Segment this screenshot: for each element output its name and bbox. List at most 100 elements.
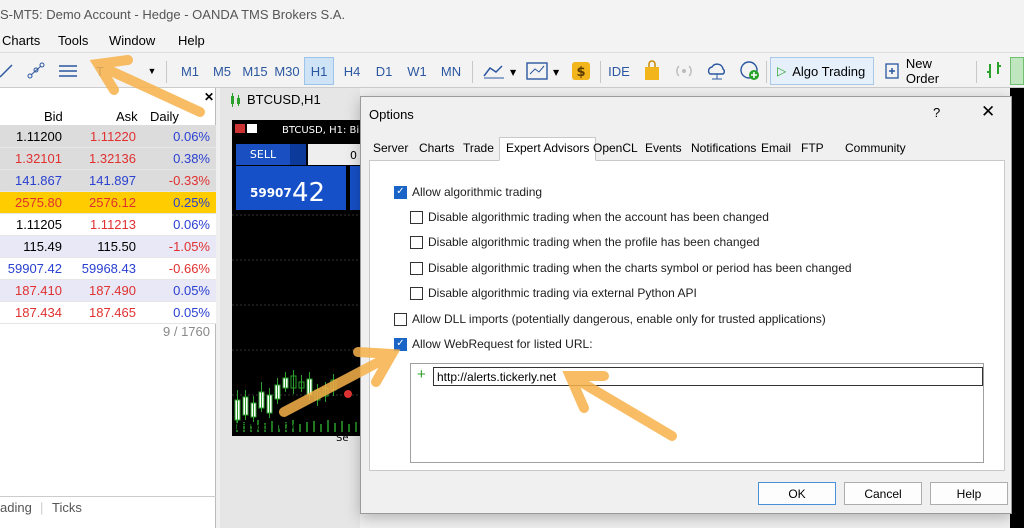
svg-text:$: $: [576, 65, 585, 80]
option-disable-profile-change[interactable]: Disable algorithmic trading when the pro…: [410, 235, 760, 249]
help-icon[interactable]: ?: [933, 105, 940, 120]
ask-cell: 59968.43: [81, 261, 136, 276]
tab-ftp[interactable]: FTP: [801, 141, 824, 155]
add-url-icon[interactable]: +: [417, 366, 426, 383]
tab-opencl[interactable]: OpenCL: [593, 141, 638, 155]
bid-cell: 1.11205: [15, 217, 62, 232]
ask-cell: 1.11213: [89, 217, 136, 232]
tab-trade[interactable]: Trade: [463, 141, 494, 155]
checkbox-icon[interactable]: [394, 312, 407, 326]
chart-tab[interactable]: BTCUSD,H1: [230, 92, 321, 107]
menu-charts[interactable]: Charts: [2, 33, 40, 48]
tab-notifications[interactable]: Notifications: [691, 141, 756, 155]
checkbox-icon[interactable]: [410, 235, 423, 249]
menu-tools[interactable]: Tools: [58, 33, 88, 48]
flag-icon: [235, 124, 245, 133]
chart-date-1: 16 Sep 2024: [234, 422, 298, 433]
price-prefix: 59907: [250, 186, 292, 200]
table-row[interactable]: 59907.42 59968.43 -0.66%: [0, 258, 216, 280]
option-disable-symbol-change[interactable]: Disable algorithmic trading when the cha…: [410, 261, 852, 275]
table-row[interactable]: 1.32101 1.32136 0.38%: [0, 148, 216, 170]
ask-cell: 187.465: [89, 305, 136, 320]
lot-value: 0: [350, 149, 357, 162]
chart-candles-icon: [231, 92, 240, 107]
menu-help[interactable]: Help: [178, 33, 205, 48]
tab-charts[interactable]: Charts: [419, 141, 454, 155]
option-disable-python-api[interactable]: Disable algorithmic trading via external…: [410, 286, 697, 300]
web-icon[interactable]: [738, 57, 762, 85]
tab-ticks[interactable]: Ticks: [52, 500, 82, 515]
tab-community[interactable]: Community: [845, 141, 906, 155]
table-row[interactable]: 187.434 187.465 0.05%: [0, 302, 216, 324]
close-icon[interactable]: ✕: [204, 90, 214, 104]
algo-trading-button[interactable]: ▷ Algo Trading: [770, 57, 874, 85]
one-click-trading-icon[interactable]: [1010, 57, 1024, 85]
dollar-icon[interactable]: $: [570, 57, 592, 85]
checkbox-icon[interactable]: [410, 261, 423, 275]
toolbar-separator: [976, 61, 977, 83]
option-allow-webrequest[interactable]: ✓ Allow WebRequest for listed URL:: [394, 337, 593, 351]
sell-dropdown-icon[interactable]: [290, 144, 306, 165]
url-input[interactable]: [433, 367, 983, 386]
table-row[interactable]: 141.867 141.897 -0.33%: [0, 170, 216, 192]
timeframe-m1[interactable]: M1: [176, 57, 204, 85]
timeframe-m5[interactable]: M5: [208, 57, 236, 85]
timeframe-d1[interactable]: D1: [370, 57, 398, 85]
price-big: 42: [292, 178, 325, 208]
column-ask[interactable]: Ask: [116, 109, 138, 124]
buy-price-panel[interactable]: [350, 166, 360, 210]
trend-tool-icon[interactable]: [24, 57, 48, 85]
option-allow-dll-imports[interactable]: Allow DLL imports (potentially dangerous…: [394, 312, 826, 326]
toolbar-separator: [766, 61, 767, 83]
bid-cell: 1.11200: [15, 129, 62, 144]
dropdown-arrow-icon[interactable]: ▼: [146, 57, 158, 85]
market-bag-icon[interactable]: [640, 57, 664, 85]
candles: [234, 370, 352, 424]
line-tool-icon[interactable]: [0, 57, 14, 85]
ide-button[interactable]: IDE: [606, 57, 632, 85]
tab-trading[interactable]: ading: [0, 500, 32, 515]
table-row[interactable]: 1.11205 1.11213 0.06%: [0, 214, 216, 236]
timeframe-w1[interactable]: W1: [402, 57, 432, 85]
bid-cell: 187.434: [15, 305, 62, 320]
new-order-button[interactable]: New Order: [880, 56, 972, 86]
tab-email[interactable]: Email: [761, 141, 791, 155]
cancel-button[interactable]: Cancel: [844, 482, 922, 505]
option-disable-account-change[interactable]: Disable algorithmic trading when the acc…: [410, 210, 769, 224]
checkbox-checked-icon[interactable]: ✓: [394, 185, 407, 199]
table-row[interactable]: 115.49 115.50 -1.05%: [0, 236, 216, 258]
checkbox-icon[interactable]: [410, 210, 423, 224]
vps-cloud-icon[interactable]: [704, 57, 730, 85]
channel-tool-icon[interactable]: [56, 57, 80, 85]
ask-cell: 115.50: [97, 239, 136, 254]
timeframe-m30[interactable]: M30: [272, 57, 302, 85]
sell-label: SELL: [250, 148, 277, 161]
timeframe-h1[interactable]: H1: [304, 57, 334, 85]
table-row[interactable]: 187.410 187.490 0.05%: [0, 280, 216, 302]
table-row[interactable]: 2575.80 2576.12 0.25%: [0, 192, 216, 214]
column-bid[interactable]: Bid: [44, 109, 63, 124]
templates-icon[interactable]: ▼: [524, 57, 566, 85]
menu-window[interactable]: Window: [109, 33, 155, 48]
ok-button[interactable]: OK: [758, 482, 836, 505]
timeframe-m15[interactable]: M15: [240, 57, 270, 85]
checkbox-icon[interactable]: [410, 286, 423, 300]
tab-server[interactable]: Server: [373, 141, 408, 155]
change-cell: -0.33%: [168, 173, 210, 188]
indicators-icon[interactable]: ▼: [480, 57, 520, 85]
timeframe-mn[interactable]: MN: [436, 57, 466, 85]
timeframe-h4[interactable]: H4: [338, 57, 366, 85]
tab-events[interactable]: Events: [645, 141, 682, 155]
option-allow-algo-trading[interactable]: ✓ Allow algorithmic trading: [394, 185, 542, 199]
checkbox-checked-icon[interactable]: ✓: [394, 337, 407, 351]
close-icon[interactable]: ✕: [981, 102, 995, 122]
url-list[interactable]: +: [410, 363, 984, 463]
btcusd-chart[interactable]: BTCUSD, H1: Bi SELL 0 59907 42: [232, 120, 360, 436]
signal-icon[interactable]: [672, 57, 696, 85]
depth-of-market-icon[interactable]: [982, 57, 1006, 85]
table-row[interactable]: 1.11200 1.11220 0.06%: [0, 126, 216, 148]
help-button[interactable]: Help: [930, 482, 1008, 505]
text-tool-icon[interactable]: T: [92, 57, 108, 85]
change-cell: 0.25%: [173, 195, 210, 210]
tab-expert-advisors[interactable]: Expert Advisors: [499, 137, 597, 161]
